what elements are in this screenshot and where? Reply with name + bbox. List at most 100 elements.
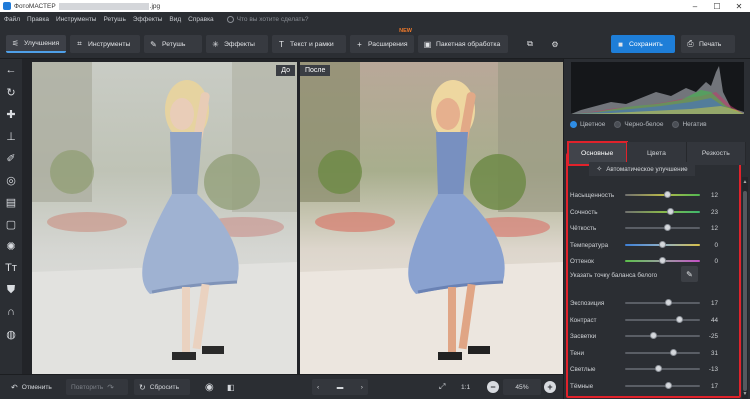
- slider-track[interactable]: [625, 352, 700, 354]
- light-icon[interactable]: ✺: [0, 235, 22, 257]
- vignette-icon[interactable]: ▢: [0, 213, 22, 235]
- slider-track[interactable]: [625, 368, 700, 370]
- tab-tools[interactable]: ⌗ Инструменты: [70, 35, 140, 53]
- eyedropper-button[interactable]: ✎: [681, 266, 698, 282]
- new-badge: NEW: [399, 28, 412, 34]
- slider-knob[interactable]: [667, 208, 675, 215]
- back-arrow-icon[interactable]: ←: [0, 59, 22, 81]
- text-tool-icon[interactable]: Tт: [0, 257, 22, 279]
- slider-value: 0: [714, 241, 718, 249]
- zoom-in-icon[interactable]: +: [544, 381, 556, 393]
- add-layer-button[interactable]: ⧉: [520, 35, 540, 53]
- slider-track[interactable]: [625, 194, 700, 196]
- eyedropper-icon: ✎: [686, 269, 693, 279]
- preview-toggle-button[interactable]: ◉: [200, 379, 219, 395]
- compare-toggle-button[interactable]: ◧: [222, 379, 240, 395]
- tab-effects[interactable]: ✳ Эффекты: [206, 35, 268, 53]
- title-bar: ФотоМАСТЕР .jpg – ☐ ✕: [0, 0, 750, 12]
- scroll-down-icon[interactable]: ▼: [742, 391, 748, 397]
- tab-retouch[interactable]: ✎ Ретушь: [144, 35, 202, 53]
- slider-row: Тени 31: [570, 348, 738, 358]
- slider-row: Тёмные 17: [570, 381, 738, 391]
- white-balance-label: Указать точку баланса белого: [570, 271, 658, 279]
- tab-extensions[interactable]: + Расширения NEW: [350, 28, 414, 53]
- scroll-up-icon[interactable]: ▲: [742, 179, 748, 185]
- globe-icon[interactable]: ◍: [0, 323, 22, 345]
- bandage-icon[interactable]: ✚: [0, 103, 22, 125]
- photo-before: До: [32, 62, 297, 374]
- next-photo-icon[interactable]: ›: [361, 384, 363, 391]
- zoom-out-icon[interactable]: −: [487, 381, 499, 393]
- main-toolbar: ⚟ Улучшения ⌗ Инструменты ✎ Ретушь ✳ Эфф…: [0, 27, 750, 59]
- slider-track[interactable]: [625, 319, 700, 321]
- slider-value: 23: [710, 208, 718, 216]
- slider-track[interactable]: [625, 227, 700, 229]
- menu-help[interactable]: Справка: [188, 16, 214, 23]
- layer-settings-button[interactable]: ⚙: [545, 35, 565, 53]
- slider-knob[interactable]: [675, 316, 683, 323]
- window-controls: – ☐ ✕: [684, 0, 750, 12]
- print-button[interactable]: ⎙ Печать: [681, 35, 735, 53]
- menu-view[interactable]: Вид: [169, 16, 181, 23]
- fill-icon[interactable]: ⛊: [0, 279, 22, 301]
- undo-button[interactable]: ↶ Отменить: [6, 379, 57, 395]
- tab-enhance[interactable]: ⚟ Улучшения: [6, 35, 66, 53]
- slider-knob[interactable]: [665, 299, 672, 306]
- tab-text-frames[interactable]: T Текст и рамки: [272, 35, 346, 53]
- magnet-icon[interactable]: ∩: [0, 301, 22, 323]
- slider-knob[interactable]: [665, 382, 672, 389]
- maximize-icon[interactable]: ☐: [706, 0, 728, 12]
- scrollbar-thumb[interactable]: [743, 191, 747, 391]
- folder-icon[interactable]: ▬: [337, 384, 344, 391]
- slider-knob[interactable]: [659, 241, 666, 248]
- actual-size-label: 1:1: [461, 383, 471, 391]
- batch-processing-button[interactable]: ▣ Пакетная обработка: [418, 35, 508, 53]
- slider-knob[interactable]: [670, 349, 678, 356]
- slider-label: Оттенок: [570, 257, 594, 265]
- radio-bw[interactable]: Черно-белое: [614, 121, 663, 128]
- reset-button[interactable]: ↻ Сбросить: [134, 379, 190, 395]
- tab-text-label: Текст и рамки: [290, 40, 334, 48]
- slider-track[interactable]: [625, 335, 700, 337]
- menu-file[interactable]: Файл: [4, 16, 20, 23]
- slider-track[interactable]: [625, 385, 700, 387]
- slider-knob[interactable]: [663, 224, 671, 231]
- menu-edit[interactable]: Правка: [27, 16, 49, 23]
- brush-tool-icon[interactable]: ✐: [0, 147, 22, 169]
- save-label: Сохранить: [629, 40, 663, 48]
- prev-photo-icon[interactable]: ‹: [317, 384, 319, 391]
- slider-track[interactable]: [625, 302, 700, 304]
- minimize-icon[interactable]: –: [684, 0, 706, 12]
- panel-scrollbar[interactable]: ▲ ▼: [742, 177, 748, 399]
- save-button[interactable]: ■ Сохранить: [611, 35, 675, 53]
- radio-negative[interactable]: Негатив: [672, 121, 707, 128]
- redo-button[interactable]: Повторить ↷: [66, 379, 128, 395]
- tab-retouch-label: Ретушь: [162, 40, 186, 48]
- slider-value: 12: [710, 191, 718, 199]
- sliders-icon: ⚟: [11, 38, 20, 48]
- gradient-filter-icon[interactable]: ▤: [0, 191, 22, 213]
- stamp-icon[interactable]: ⊥: [0, 125, 22, 147]
- slider-row: Контраст 44: [570, 315, 738, 325]
- slider-knob[interactable]: [659, 257, 666, 264]
- menu-effects[interactable]: Эффекты: [133, 16, 163, 23]
- slider-track[interactable]: [625, 211, 700, 213]
- rotate-icon[interactable]: ↻: [0, 81, 22, 103]
- actual-size-button[interactable]: 1:1: [456, 379, 475, 395]
- menu-search[interactable]: Что вы хотите сделать?: [226, 16, 309, 23]
- slider-knob[interactable]: [650, 332, 657, 339]
- fit-screen-button[interactable]: ⤢: [434, 379, 450, 395]
- menu-tools[interactable]: Инструменты: [56, 16, 97, 23]
- slider-label: Тёмные: [570, 382, 594, 390]
- radial-filter-icon[interactable]: ◎: [0, 169, 22, 191]
- radio-color[interactable]: Цветное: [570, 121, 605, 128]
- zoom-level-field[interactable]: 45%: [503, 379, 541, 395]
- menu-retouch[interactable]: Ретушь: [103, 16, 125, 23]
- close-icon[interactable]: ✕: [728, 0, 750, 12]
- auto-enhance-button[interactable]: ✧ Автоматическое улучшение: [589, 162, 695, 176]
- slider-knob[interactable]: [663, 191, 671, 198]
- slider-knob[interactable]: [654, 365, 662, 372]
- white-balance-row: Указать точку баланса белого ✎: [570, 266, 730, 282]
- eye-icon: ◉: [205, 381, 214, 393]
- tab-sharpness[interactable]: Резкость: [686, 142, 746, 165]
